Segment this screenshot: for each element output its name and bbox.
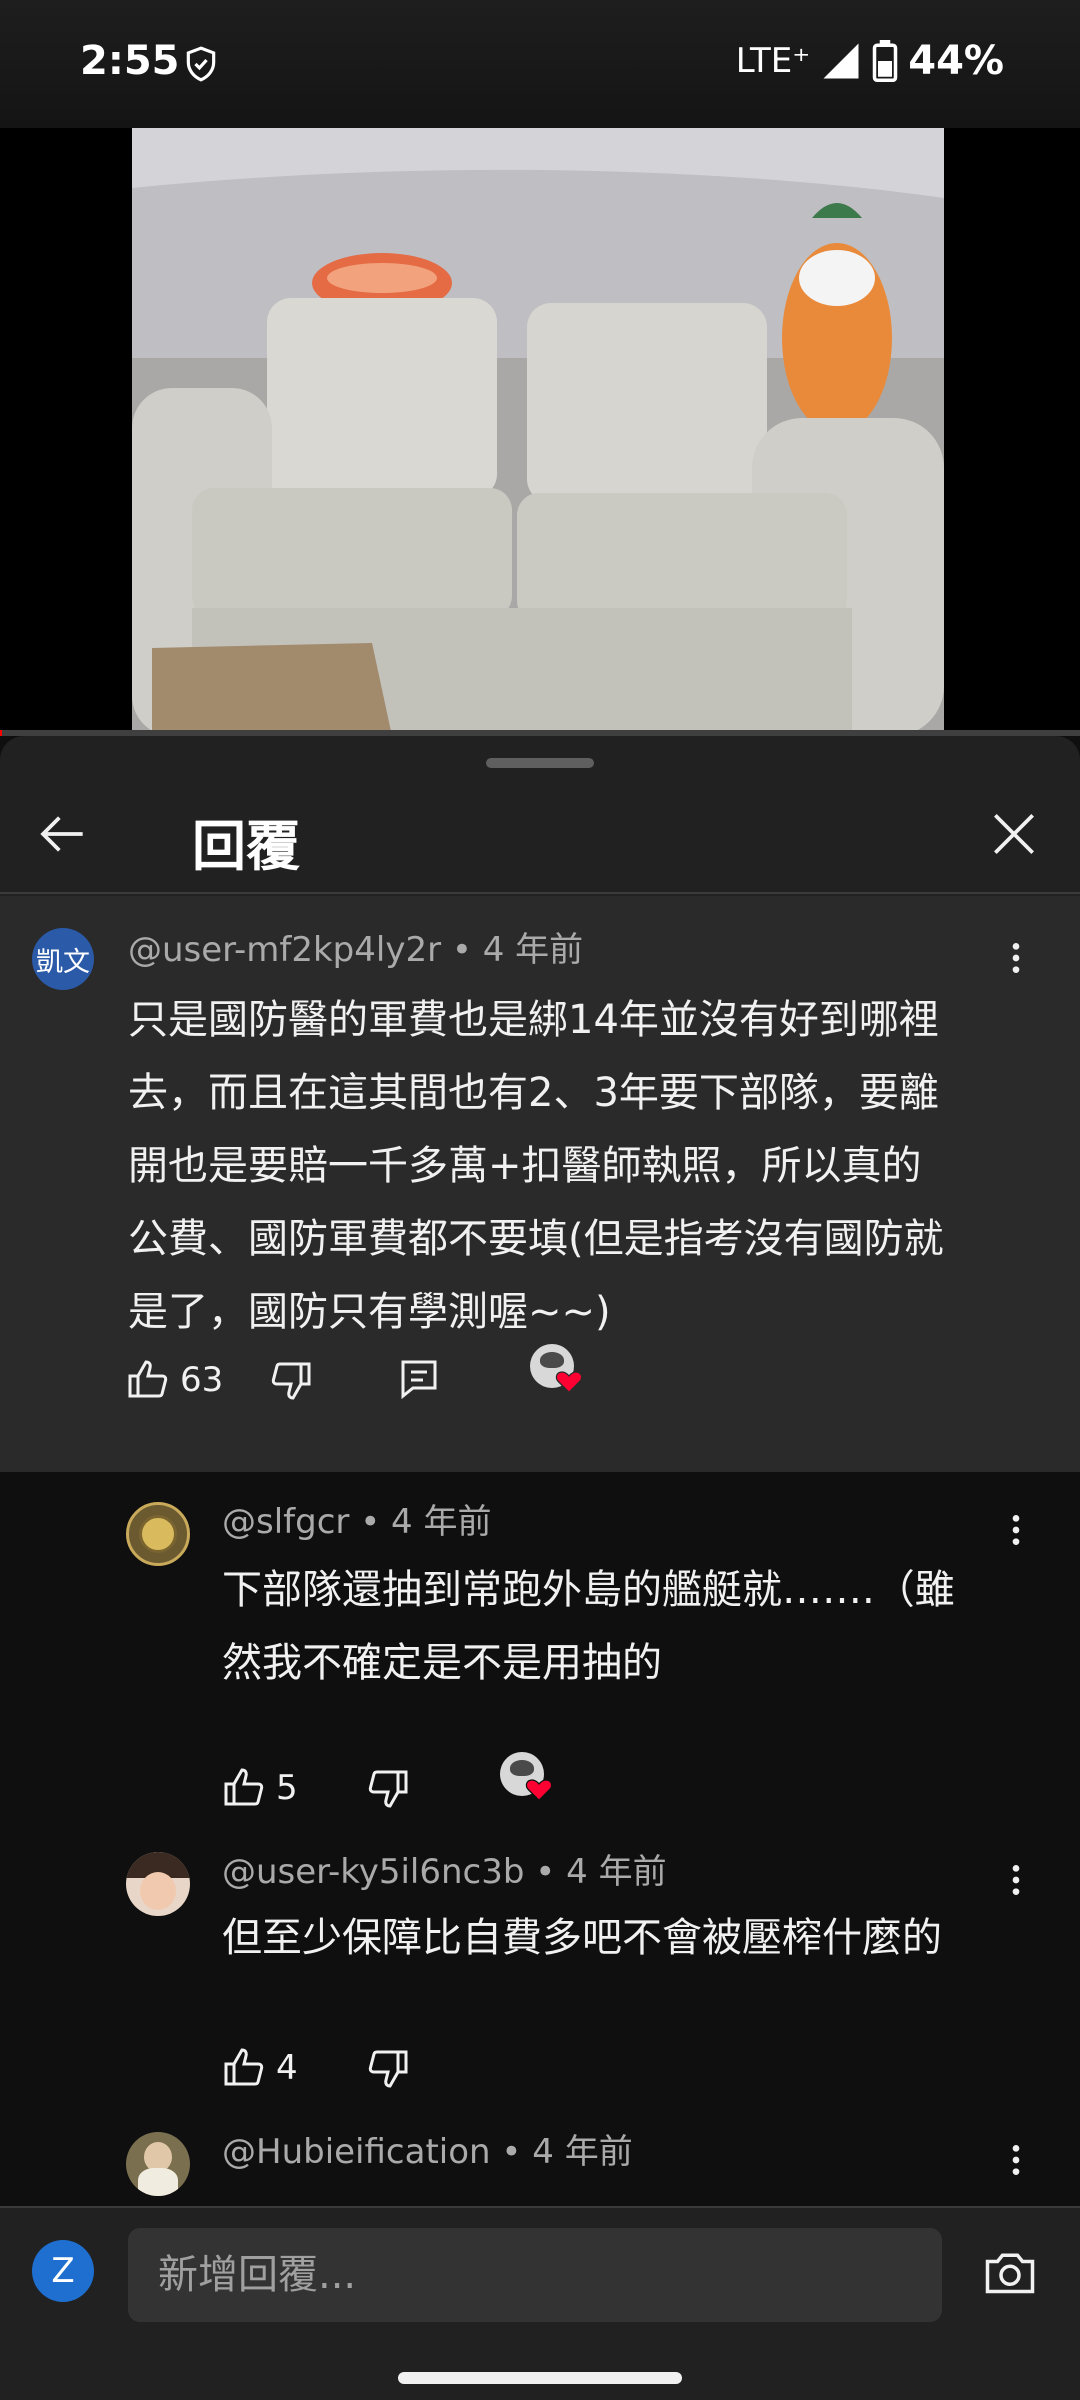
comment-line: 是了，國防只有學測喔~~) <box>128 1289 611 1335</box>
add-reply-input[interactable] <box>128 2228 942 2322</box>
comment-line: 只是國防醫的軍費也是綁14年並沒有好到哪裡 <box>128 997 939 1043</box>
comment-time: • 4 年前 <box>441 930 584 970</box>
status-right: LTE⁺ 44% <box>736 38 1004 84</box>
network-type: LTE⁺ <box>735 41 811 81</box>
reply-author[interactable]: @Hubieification <box>222 2132 491 2172</box>
more-vert-icon[interactable] <box>996 2140 1036 2180</box>
dislike-icon[interactable] <box>364 1764 412 1812</box>
dislike-icon[interactable] <box>267 1356 315 1404</box>
battery-level: 44% <box>908 38 1004 84</box>
reply-actions: 4 <box>220 2038 412 2098</box>
reply-time: • 4 年前 <box>524 1852 667 1892</box>
video-frame-sofa-image <box>132 128 944 736</box>
replies-sheet: 回覆 凱文 @user-mf2kp4ly2r • 4 年前 只是國防醫的軍費也是… <box>0 736 1080 2400</box>
close-icon[interactable] <box>986 806 1042 862</box>
reply-actions: 5 <box>220 1758 412 1818</box>
comment-thread: 凱文 @user-mf2kp4ly2r • 4 年前 只是國防醫的軍費也是綁14… <box>0 896 1080 2206</box>
replies-list: @slfgcr • 4 年前 下部隊還抽到常跑外島的艦艇就…….（雖 然我不確定… <box>0 1472 1080 2206</box>
comment-meta: @user-mf2kp4ly2r • 4 年前 <box>128 922 583 971</box>
avatar-text: 凱文 <box>36 946 90 978</box>
comment-line: 去，而且在這其間也有2、3年要下部隊，要離 <box>128 1070 939 1116</box>
reply-text: 下部隊還抽到常跑外島的艦艇就…….（雖 然我不確定是不是用抽的 <box>222 1554 1042 1700</box>
shield-check-icon <box>186 46 216 82</box>
battery-icon <box>873 40 898 82</box>
status-bar: 2:55 LTE⁺ 44% <box>0 0 1080 128</box>
video-progress-fill <box>0 730 3 736</box>
camera-icon[interactable] <box>980 2244 1040 2304</box>
reply-text: 但至少保障比自費多吧不會被壓榨什麼的 <box>222 1902 1042 1975</box>
avatar[interactable] <box>126 1502 190 1566</box>
comment-author[interactable]: @user-mf2kp4ly2r <box>128 930 441 970</box>
like-icon[interactable] <box>220 1764 268 1812</box>
back-arrow-icon[interactable] <box>36 806 92 862</box>
comment-line: 公費、國防軍費都不要填(但是指考沒有國防就 <box>128 1216 944 1262</box>
status-time: 2:55 <box>80 38 180 84</box>
avatar[interactable]: 凱文 <box>32 928 94 990</box>
reply-composer: Z <box>0 2206 1080 2400</box>
parent-comment: 凱文 @user-mf2kp4ly2r • 4 年前 只是國防醫的軍費也是綁14… <box>0 896 1080 1472</box>
dislike-icon[interactable] <box>364 2044 412 2092</box>
more-vert-icon[interactable] <box>996 1860 1036 1900</box>
reply-author[interactable]: @slfgcr <box>222 1502 349 1542</box>
creator-heart-icon <box>500 1752 553 1804</box>
like-count: 63 <box>180 1360 224 1400</box>
more-vert-icon[interactable] <box>996 938 1036 978</box>
reply-meta: @slfgcr • 4 年前 <box>222 1494 492 1543</box>
reply-time: • 4 年前 <box>490 2132 633 2172</box>
reply-line: 但至少保障比自費多吧不會被壓榨什麼的 <box>222 1915 942 1961</box>
video-player[interactable] <box>0 128 1080 736</box>
reply-meta: @Hubieification • 4 年前 <box>222 2124 633 2173</box>
avatar[interactable] <box>126 1852 190 1916</box>
sheet-title: 回覆 <box>192 815 300 878</box>
sheet-header: 回覆 <box>0 776 1080 894</box>
like-count: 4 <box>276 2048 298 2088</box>
like-count: 5 <box>276 1768 298 1808</box>
reply-author[interactable]: @user-ky5il6nc3b <box>222 1852 524 1892</box>
reply-line: 下部隊還抽到常跑外島的艦艇就…….（雖 <box>222 1567 955 1613</box>
current-user-avatar: Z <box>32 2240 94 2302</box>
reply-meta: @user-ky5il6nc3b • 4 年前 <box>222 1844 667 1893</box>
more-vert-icon[interactable] <box>996 1510 1036 1550</box>
comment-text: 只是國防醫的軍費也是綁14年並沒有好到哪裡 去，而且在這其間也有2、3年要下部隊… <box>128 984 1028 1349</box>
comment-line: 開也是要賠一千多萬+扣醫師執照，所以真的 <box>128 1143 922 1189</box>
creator-heart-icon <box>530 1344 583 1396</box>
home-indicator[interactable] <box>398 2372 682 2384</box>
avatar[interactable] <box>126 2132 190 2196</box>
comment-actions: 63 <box>124 1350 443 1410</box>
signal-icon <box>823 43 859 79</box>
reply-time: • 4 年前 <box>349 1502 492 1542</box>
reply-icon[interactable] <box>395 1356 443 1404</box>
drag-handle[interactable] <box>486 758 594 768</box>
like-icon[interactable] <box>220 2044 268 2092</box>
like-icon[interactable] <box>124 1356 172 1404</box>
reply-line: 然我不確定是不是用抽的 <box>222 1640 662 1686</box>
current-user-initial: Z <box>51 2251 75 2291</box>
